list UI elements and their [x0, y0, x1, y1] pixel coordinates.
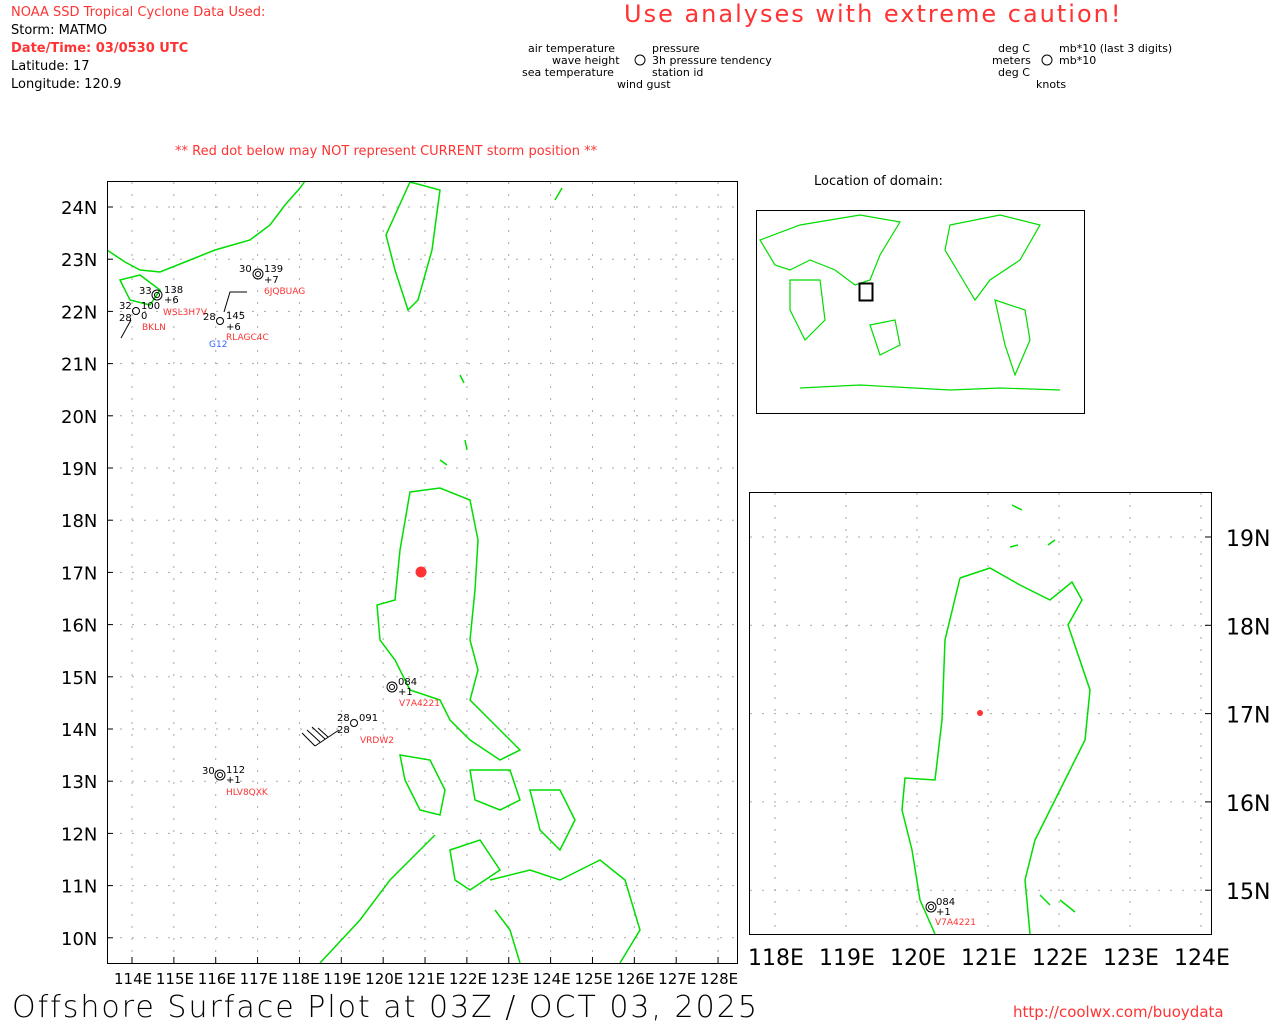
inset-lon-label: 120E — [890, 946, 946, 971]
storm-position-dot — [415, 566, 427, 578]
lon-label: 115E — [156, 970, 194, 988]
svg-text:33: 33 — [139, 286, 152, 297]
inset-lon-label: 119E — [819, 946, 875, 971]
station-6JQBUAG: 30 139+7 6JQBUAG — [239, 264, 305, 297]
lon-label: 125E — [574, 970, 612, 988]
lat-label: 12N — [61, 824, 97, 845]
lat-label: 15N — [61, 668, 97, 689]
lat-label: 18N — [61, 511, 97, 532]
inset-lon-label: 121E — [961, 946, 1017, 971]
svg-text:+1: +1 — [226, 775, 241, 786]
lat-label: 14N — [61, 720, 97, 741]
inset-station-V7A4221: 084+1 V7A4221 — [925, 897, 976, 928]
svg-text:VRDW2: VRDW2 — [360, 736, 394, 746]
svg-text:32: 32 — [119, 301, 132, 312]
svg-text:30: 30 — [239, 264, 252, 275]
svg-text:0: 0 — [141, 311, 147, 322]
inset-storm-position-dot — [977, 710, 983, 716]
inset-coastlines — [901, 504, 1091, 935]
svg-text:V7A4221: V7A4221 — [399, 699, 440, 709]
lat-label: 24N — [61, 198, 97, 219]
lon-label: 123E — [491, 970, 529, 988]
svg-text:+1: +1 — [936, 907, 951, 918]
svg-text:145: 145 — [226, 311, 245, 322]
lat-label: 17N — [61, 563, 97, 584]
lat-label: 11N — [61, 877, 97, 898]
inset-lon-label: 123E — [1103, 946, 1159, 971]
svg-text:V7A4221: V7A4221 — [935, 918, 976, 928]
svg-text:+7: +7 — [264, 275, 279, 286]
svg-text:139: 139 — [264, 264, 283, 275]
inset-lat-label: 19N — [1226, 527, 1270, 552]
inset-lat-label: 17N — [1226, 704, 1270, 729]
lat-label: 10N — [61, 929, 97, 950]
station-RLAGC4C: 28 145+6 RLAGC4C G12 — [203, 291, 269, 350]
station-VRDW2: 2828 091 VRDW2 — [301, 713, 394, 747]
lon-label: 120E — [365, 970, 403, 988]
footer-title: Offshore Surface Plot at 03Z / OCT 03, 2… — [12, 990, 759, 1025]
lat-label: 23N — [61, 250, 97, 271]
inset-lat-label: 16N — [1226, 792, 1270, 817]
lon-label: 117E — [240, 970, 278, 988]
lon-label: 118E — [281, 970, 319, 988]
station-V7A4221: 084+1 V7A4221 — [386, 677, 440, 709]
location-map-frame — [756, 210, 1085, 414]
lat-label: 20N — [61, 407, 97, 428]
lat-label: 19N — [61, 459, 97, 480]
map-canvas: 24N 23N 22N 21N 20N 19N 18N 17N 16N 15N 14N 13N 12N 1… — [61, 54, 1270, 988]
station-BKLN: 32281000 BKLN — [119, 301, 166, 339]
svg-text:28: 28 — [337, 713, 350, 724]
svg-text:091: 091 — [359, 713, 378, 724]
lon-label: 119E — [323, 970, 361, 988]
svg-text:WSL3H7V: WSL3H7V — [163, 308, 208, 318]
svg-text:28: 28 — [203, 312, 216, 323]
svg-text:30: 30 — [202, 766, 215, 777]
svg-text:BKLN: BKLN — [142, 323, 166, 333]
svg-text:6JQBUAG: 6JQBUAG — [264, 287, 305, 297]
svg-text:28: 28 — [119, 313, 132, 324]
lon-label: 126E — [616, 970, 654, 988]
lon-label: 116E — [198, 970, 236, 988]
station-HLV8QXK: 30 112+1 HLV8QXK — [202, 765, 269, 798]
lon-label: 128E — [700, 970, 738, 988]
svg-text:+6: +6 — [164, 295, 179, 306]
svg-text:+6: +6 — [226, 322, 241, 333]
lon-label: 121E — [407, 970, 445, 988]
lat-label: 22N — [61, 302, 97, 323]
legend-station-circle-icon — [634, 54, 646, 66]
lat-label: 21N — [61, 355, 97, 376]
svg-text:G12: G12 — [209, 340, 227, 350]
svg-text:HLV8QXK: HLV8QXK — [226, 788, 269, 798]
inset-lat-label: 15N — [1226, 880, 1270, 905]
lon-label: 122E — [449, 970, 487, 988]
svg-text:28: 28 — [337, 725, 350, 736]
inset-lon-label: 122E — [1032, 946, 1088, 971]
legend-station-circle-icon — [1041, 54, 1053, 66]
lon-label: 127E — [658, 970, 696, 988]
inset-lon-label: 118E — [748, 946, 804, 971]
lat-label: 13N — [61, 772, 97, 793]
svg-text:+1: +1 — [398, 687, 413, 698]
inset-lat-label: 18N — [1226, 615, 1270, 640]
lon-label: 124E — [533, 970, 571, 988]
lon-label: 114E — [114, 970, 152, 988]
svg-text:RLAGC4C: RLAGC4C — [226, 333, 269, 343]
lat-label: 16N — [61, 616, 97, 637]
footer-url[interactable]: http://coolwx.com/buoydata — [1013, 1003, 1224, 1021]
inset-lon-label: 124E — [1174, 946, 1230, 971]
